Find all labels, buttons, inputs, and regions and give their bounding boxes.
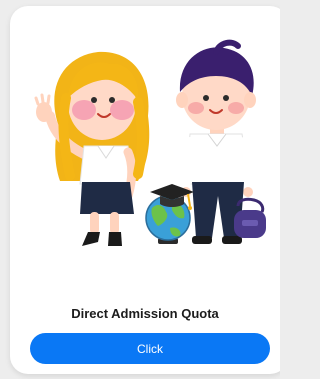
school-bag-icon: [234, 197, 266, 238]
students-illustration: [34, 39, 266, 246]
click-button[interactable]: Click: [30, 333, 270, 364]
page: Direct Admission Quota Click: [0, 0, 280, 379]
card-title: Direct Admission Quota: [71, 306, 219, 321]
girl-student-icon: [34, 51, 150, 246]
admission-card: Direct Admission Quota Click: [10, 6, 280, 374]
